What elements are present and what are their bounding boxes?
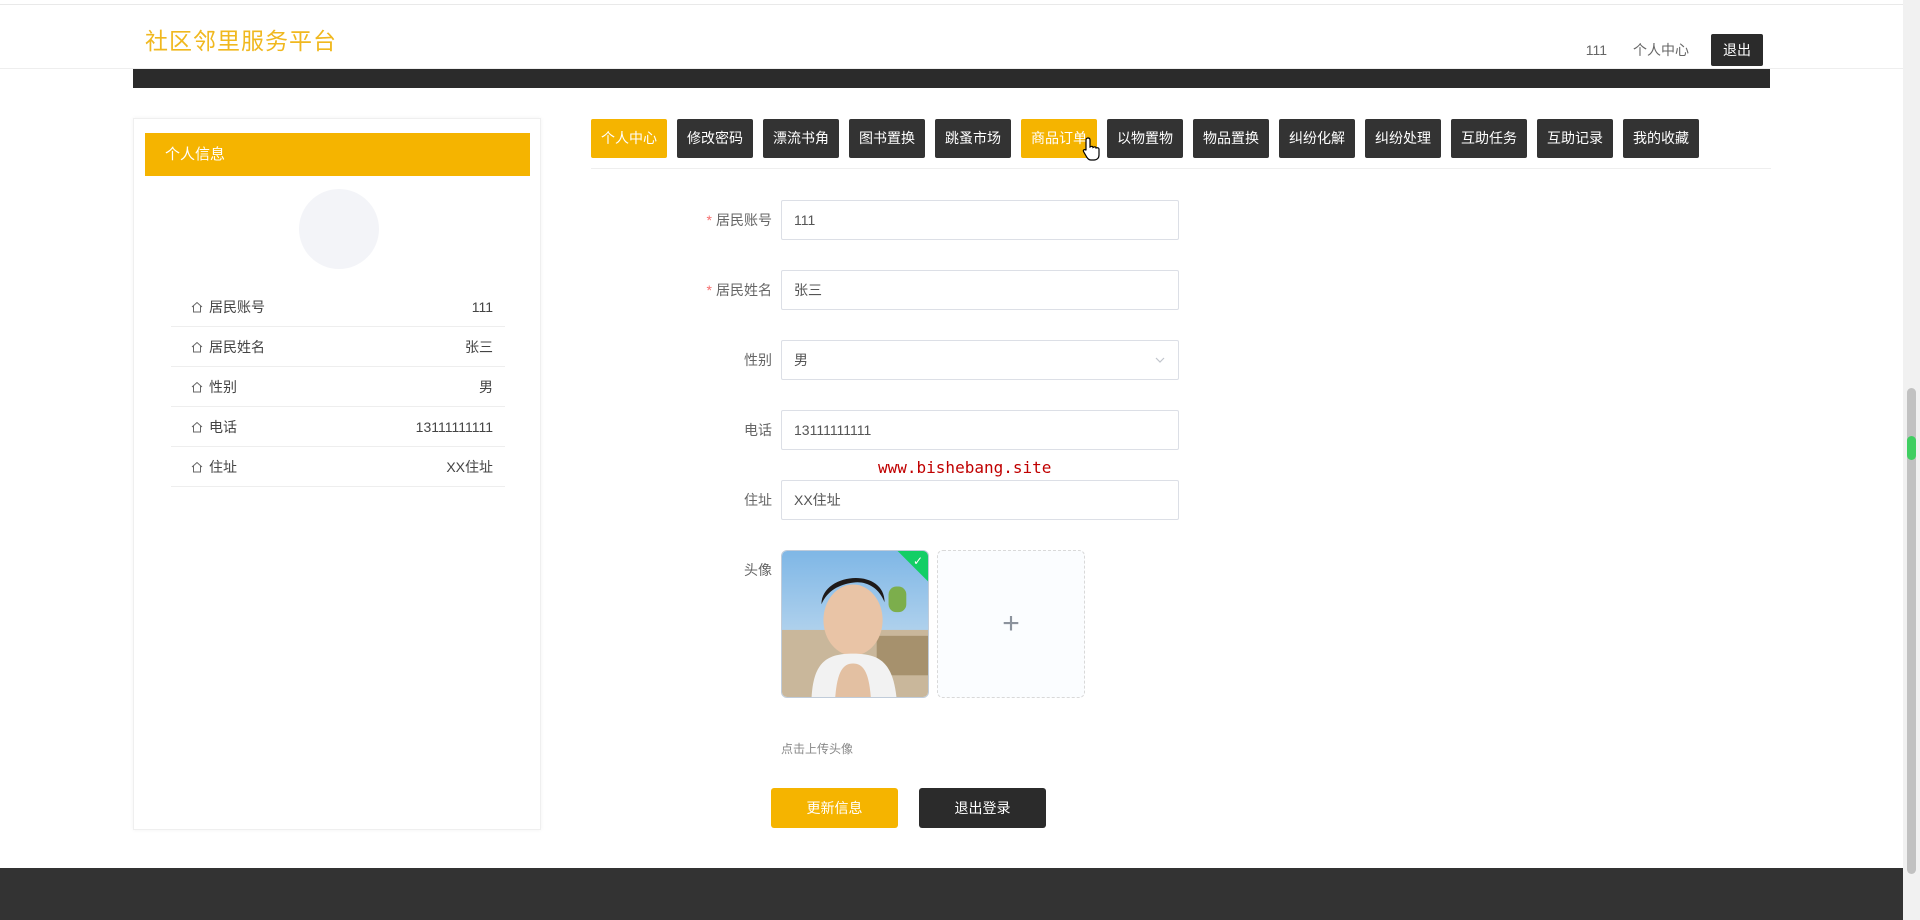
account-label-text: 居民账号	[716, 212, 772, 228]
home-icon	[191, 341, 203, 352]
info-label: 电话	[209, 418, 237, 435]
form-row-avatar: 头像	[680, 560, 781, 580]
tab-mutual-tasks[interactable]: 互助任务	[1451, 119, 1527, 158]
name-input[interactable]: 张三	[781, 270, 1179, 310]
address-input[interactable]: XX住址	[781, 480, 1179, 520]
footer	[0, 868, 1903, 920]
top-navbar: 社区邻里服务平台 111 个人中心 退出	[0, 0, 1903, 69]
form-row-account: * 居民账号 111	[680, 200, 1179, 240]
tab-my-favorites[interactable]: 我的收藏	[1623, 119, 1699, 158]
home-icon	[191, 301, 203, 312]
info-label: 居民姓名	[209, 338, 265, 355]
hand-cursor-icon	[1082, 137, 1100, 161]
uploaded-avatar[interactable]: ✓	[781, 550, 929, 698]
tab-mutual-records[interactable]: 互助记录	[1537, 119, 1613, 158]
logout-account-button[interactable]: 退出登录	[919, 788, 1046, 828]
scroll-indicator	[1907, 436, 1916, 460]
tab-book-exchange[interactable]: 图书置换	[849, 119, 925, 158]
tab-book-corner[interactable]: 漂流书角	[763, 119, 839, 158]
avatar-photo	[782, 551, 928, 697]
account-input[interactable]: 111	[781, 200, 1179, 240]
form-row-name: * 居民姓名 张三	[680, 270, 1179, 310]
tab-barter[interactable]: 以物置物	[1107, 119, 1183, 158]
required-mark: *	[706, 212, 712, 228]
info-row-gender: 性别 男	[171, 367, 505, 407]
info-row-phone: 电话 13111111111	[171, 407, 505, 447]
phone-label: 电话	[744, 422, 772, 438]
info-value: 111	[471, 298, 493, 315]
info-row-account: 居民账号 111	[171, 287, 505, 327]
form-row-phone: 电话 13111111111	[680, 410, 1179, 450]
avatar-label: 头像	[744, 562, 772, 578]
personal-center-link[interactable]: 个人中心	[1633, 40, 1689, 60]
name-label: * 居民姓名	[680, 280, 772, 300]
info-value: 张三	[465, 338, 493, 355]
info-row-name: 居民姓名 张三	[171, 327, 505, 367]
info-label: 住址	[209, 458, 237, 475]
tab-dispute-handling[interactable]: 纠纷处理	[1365, 119, 1441, 158]
form-row-gender: 性别 男	[680, 340, 1179, 380]
plus-icon: +	[1002, 607, 1020, 640]
brand-title[interactable]: 社区邻里服务平台	[145, 22, 337, 56]
profile-card-title: 个人信息	[145, 133, 530, 176]
home-icon	[191, 461, 203, 472]
tab-dispute-resolution[interactable]: 纠纷化解	[1279, 119, 1355, 158]
info-label: 性别	[209, 378, 237, 395]
tab-item-exchange[interactable]: 物品置换	[1193, 119, 1269, 158]
tab-flea-market[interactable]: 跳蚤市场	[935, 119, 1011, 158]
watermark-text: www.bishebang.site	[878, 458, 1052, 477]
required-mark: *	[706, 282, 712, 298]
update-info-button[interactable]: 更新信息	[771, 788, 898, 828]
gender-label: 性别	[744, 352, 772, 368]
tab-change-password[interactable]: 修改密码	[677, 119, 753, 158]
info-label: 居民账号	[209, 298, 265, 315]
avatar-upload-button[interactable]: +	[937, 550, 1085, 698]
info-value: 男	[479, 378, 493, 395]
chevron-down-icon	[1155, 357, 1165, 363]
address-label: 住址	[744, 492, 772, 508]
upload-tip: 点击上传头像	[781, 742, 854, 756]
gender-select-value: 男	[794, 352, 808, 368]
tabs-divider	[591, 168, 1771, 169]
info-value: XX住址	[446, 458, 493, 475]
form-row-address: 住址 XX住址	[680, 480, 1179, 520]
top-divider	[0, 4, 1903, 5]
logout-button[interactable]: 退出	[1711, 34, 1763, 66]
name-label-text: 居民姓名	[716, 282, 772, 298]
tab-personal-center[interactable]: 个人中心	[591, 119, 667, 158]
center-tabs: 个人中心 修改密码 漂流书角 图书置换 跳蚤市场 商品订单 以物置物 物品置换 …	[591, 119, 1709, 158]
page-title-banner	[133, 68, 1770, 88]
phone-input[interactable]: 13111111111	[781, 410, 1179, 450]
avatar	[299, 189, 379, 269]
page-scrollbar[interactable]	[1903, 0, 1920, 920]
home-icon	[191, 421, 203, 432]
gender-select[interactable]: 男	[781, 340, 1179, 380]
check-icon: ✓	[912, 554, 923, 568]
home-icon	[191, 381, 203, 392]
info-row-address: 住址 XX住址	[171, 447, 505, 487]
profile-info-list: 居民账号 111 居民姓名 张三 性别 男 电话 13111111111 住址 …	[171, 287, 505, 487]
scrollbar-thumb[interactable]	[1907, 388, 1916, 874]
top-right-nav: 111 个人中心 退出	[1586, 34, 1763, 66]
info-value: 13111111111	[415, 418, 493, 435]
account-label: * 居民账号	[680, 210, 772, 230]
username-label: 111	[1585, 42, 1607, 58]
profile-card: 个人信息 居民账号 111 居民姓名 张三 性别 男 电话 1311111111…	[133, 118, 541, 830]
